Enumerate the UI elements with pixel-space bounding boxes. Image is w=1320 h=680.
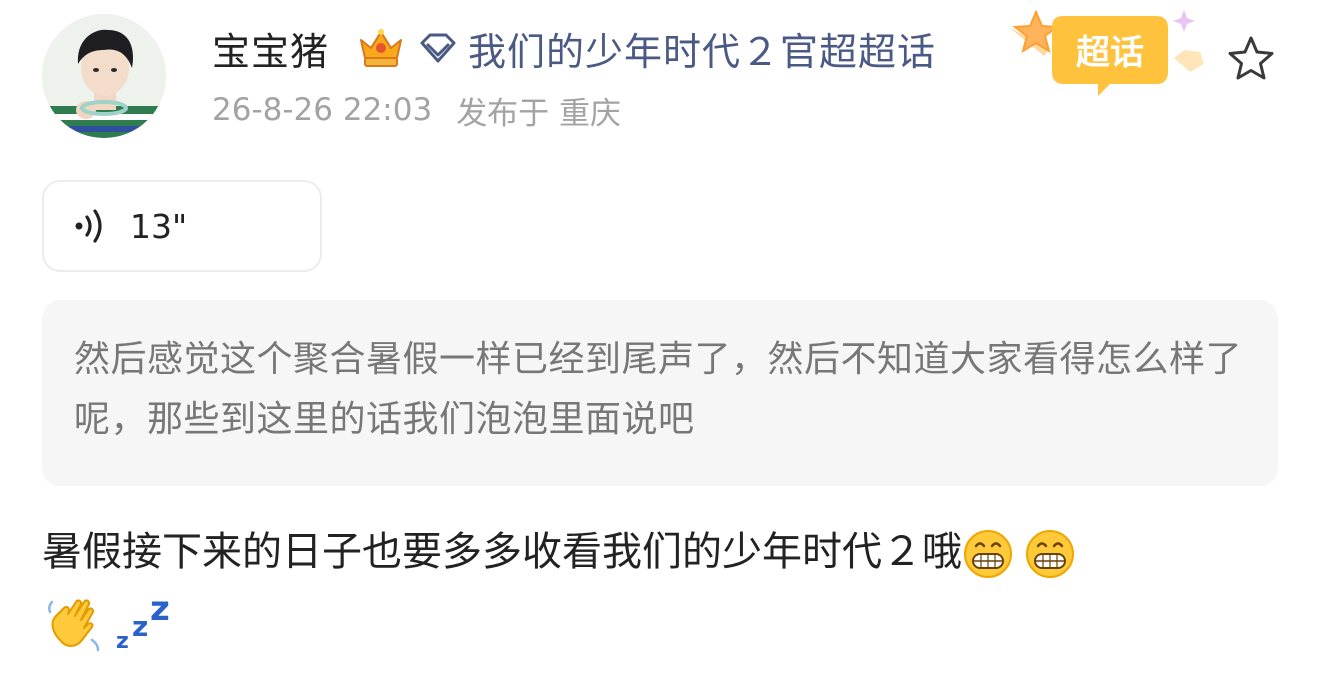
super-topic-badge-text: 超话 <box>1076 33 1144 73</box>
topic-link[interactable]: 我们的少年时代２官超超话 <box>418 20 936 76</box>
voice-wave-icon <box>75 209 102 243</box>
topic-name: 我们的少年时代２官超超话 <box>468 29 937 74</box>
waving-hand-emoji <box>48 599 100 652</box>
grin-emoji <box>1026 530 1074 578</box>
voice-transcript: 然后感觉这个聚合暑假一样已经到尾声了，然后不知道大家看得怎么样了呢，那些到这里的… <box>42 300 1278 486</box>
grin-emoji <box>964 530 1012 578</box>
diamond-icon <box>420 33 456 63</box>
voice-transcript-text: 然后感觉这个聚合暑假一样已经到尾声了，然后不知道大家看得怎么样了呢，那些到这里的… <box>74 339 1243 440</box>
post-body: 暑假接下来的日子也要多多收看我们的少年时代２哦 z z z <box>42 518 1292 654</box>
avatar[interactable] <box>42 14 166 138</box>
svg-text:z: z <box>116 629 129 654</box>
post-meta: 26-8-26 22:03 发布于 重庆 <box>212 88 621 132</box>
svg-text:z: z <box>132 610 148 643</box>
post-location: 发布于 重庆 <box>456 95 622 132</box>
svg-text:z: z <box>150 590 170 629</box>
post-body-text: 暑假接下来的日子也要多多收看我们的少年时代２哦 <box>42 529 962 575</box>
crown-badge-icon <box>360 29 402 67</box>
author-name[interactable]: 宝宝猪 <box>212 20 329 76</box>
voice-duration: 13" <box>130 206 188 246</box>
zzz-emoji: z z z <box>116 590 170 654</box>
super-topic-badge-icon[interactable]: 超话 <box>1006 6 1220 98</box>
post-date: 26-8-26 22:03 <box>212 92 433 128</box>
star-outline-icon[interactable] <box>1226 34 1276 84</box>
voice-message-button[interactable]: 13" <box>42 180 322 272</box>
